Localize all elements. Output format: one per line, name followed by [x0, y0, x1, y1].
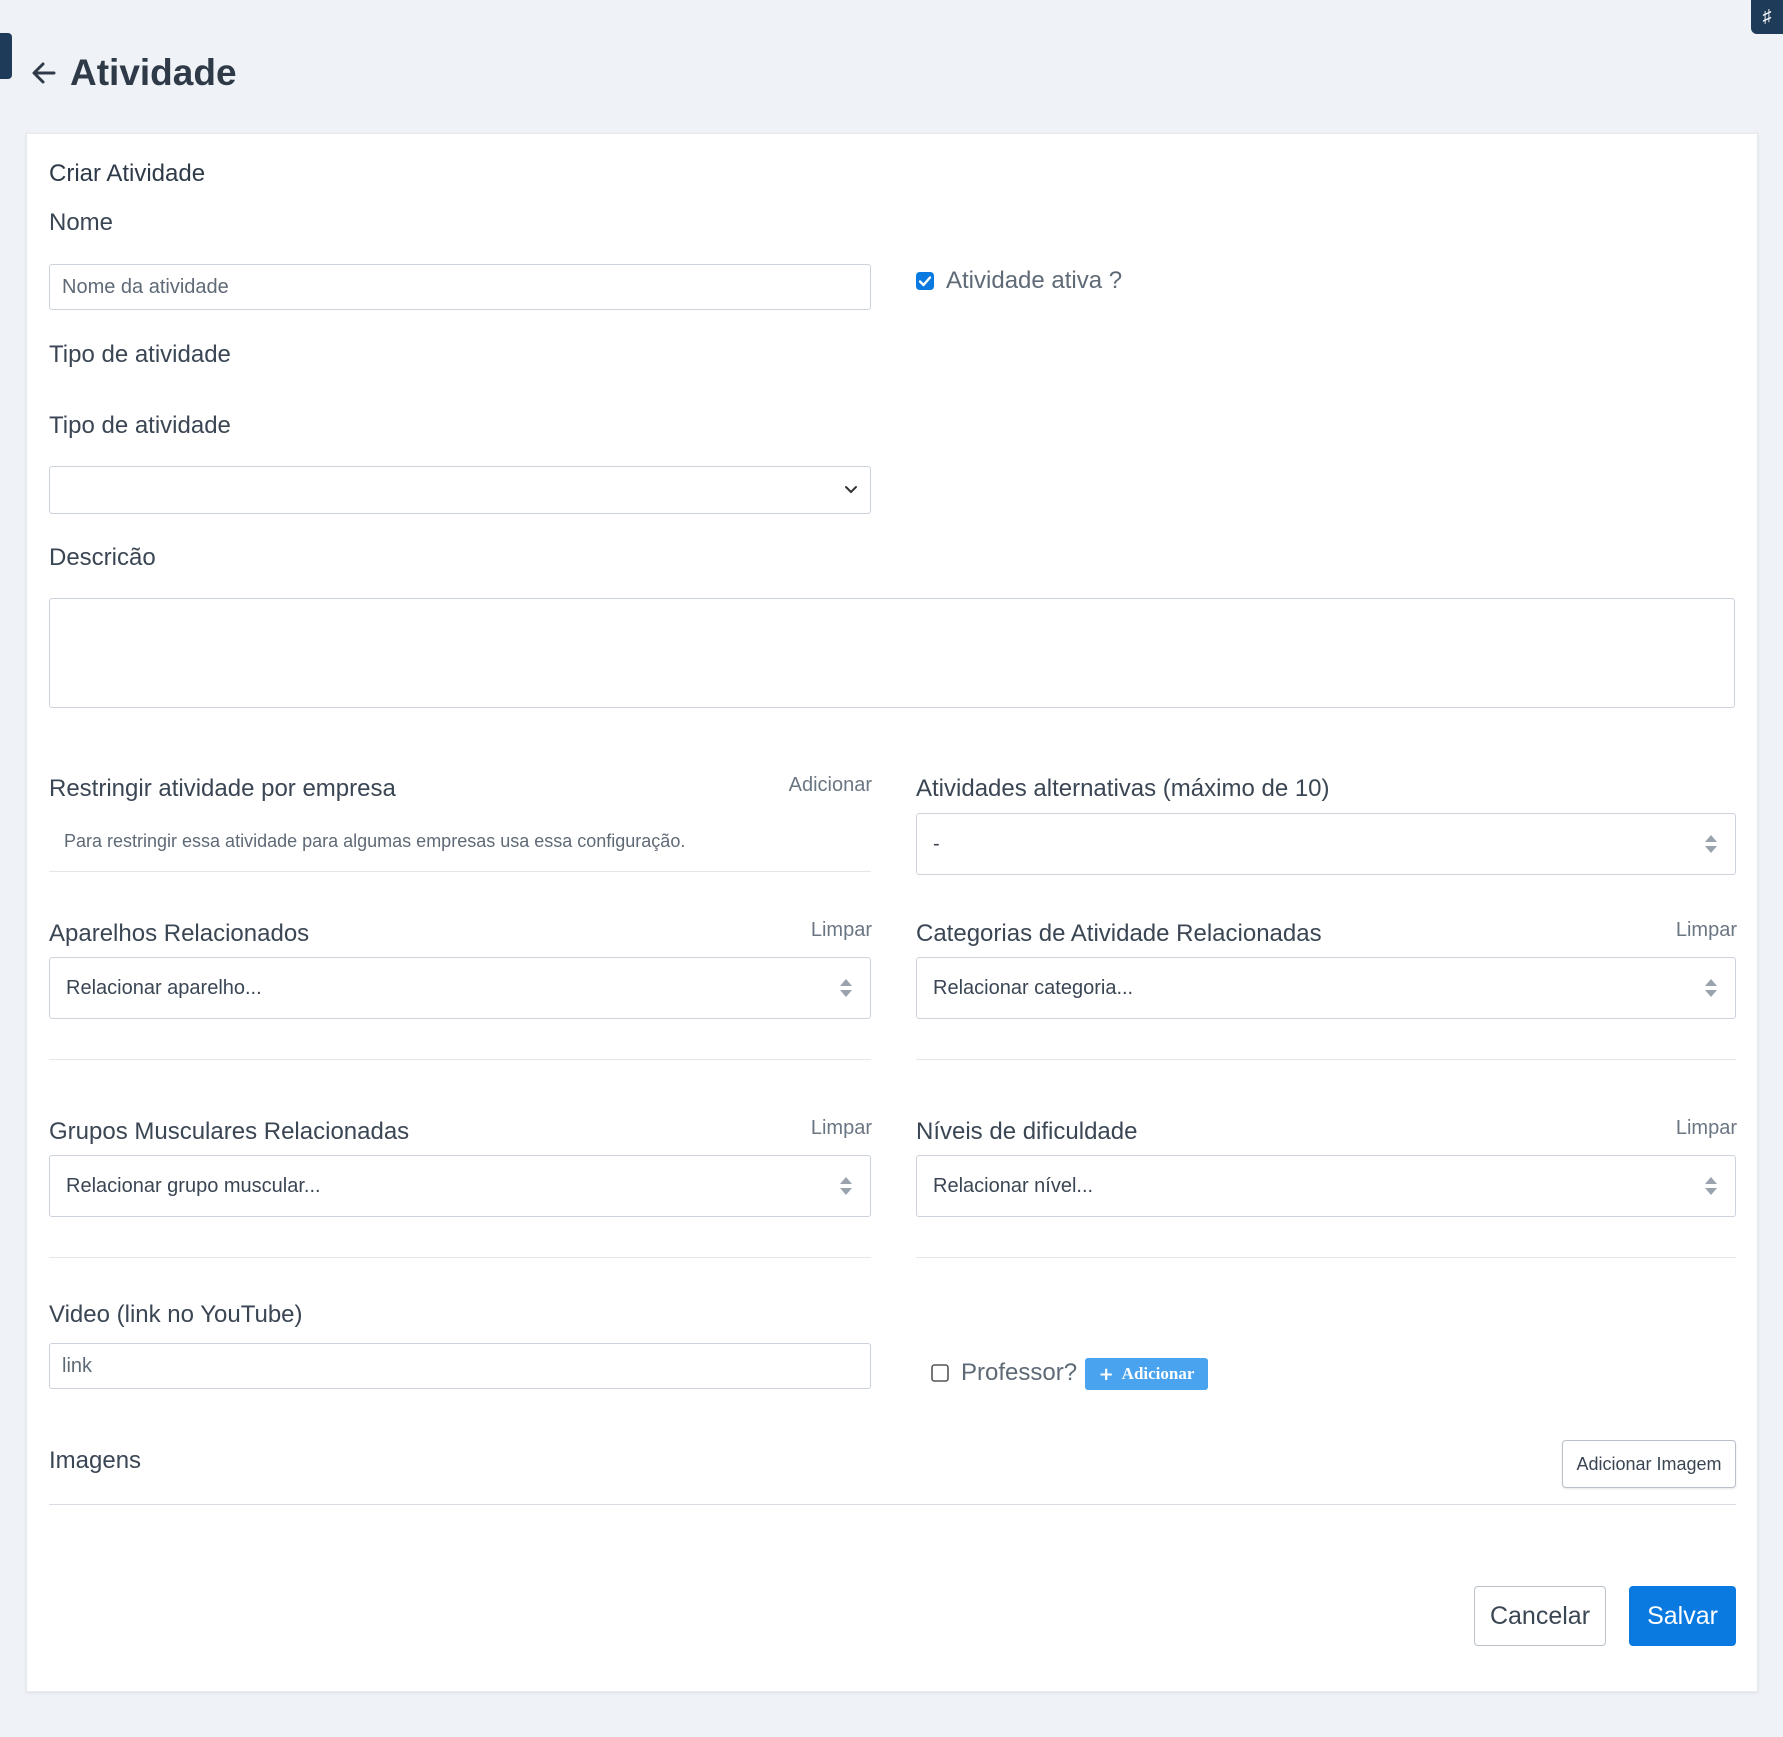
restringir-help-text: Para restringir essa atividade para algu…: [64, 831, 686, 851]
imagens-label: Imagens: [49, 1447, 142, 1474]
divider: [49, 871, 871, 872]
grupos-placeholder: Relacionar grupo muscular...: [66, 1174, 321, 1197]
alternativas-select[interactable]: -: [916, 813, 1736, 875]
aparelhos-label: Aparelhos Relacionados: [49, 920, 310, 947]
save-button[interactable]: Salvar: [1629, 1586, 1736, 1646]
sidebar-toggle-tab[interactable]: [0, 33, 12, 79]
create-activity-card: Criar Atividade Nome Atividade ativa ? T…: [26, 133, 1758, 1692]
divider: [916, 1257, 1736, 1258]
ativa-checkbox-row[interactable]: Atividade ativa ?: [916, 267, 1122, 295]
descricao-label: Descricão: [49, 544, 156, 571]
professor-add-button[interactable]: + Adicionar: [1085, 1358, 1208, 1390]
niveis-select[interactable]: Relacionar nível...: [916, 1155, 1736, 1217]
video-link-input[interactable]: [49, 1343, 871, 1389]
categorias-placeholder: Relacionar categoria...: [933, 976, 1134, 999]
card-title: Criar Atividade: [49, 160, 206, 187]
divider: [49, 1257, 871, 1258]
ativa-checkbox[interactable]: [916, 272, 934, 290]
plus-icon: +: [1098, 1363, 1114, 1385]
professor-checkbox[interactable]: [931, 1364, 949, 1382]
professor-row: Professor?: [931, 1359, 1077, 1387]
professor-label: Professor?: [961, 1359, 1078, 1386]
sort-updown-icon: [840, 979, 852, 997]
cancel-button[interactable]: Cancelar: [1474, 1586, 1606, 1646]
sort-updown-icon: [840, 1177, 852, 1195]
categorias-clear-link[interactable]: Limpar: [1676, 919, 1737, 942]
tipo-select[interactable]: [49, 466, 871, 514]
grupos-label: Grupos Musculares Relacionadas: [49, 1118, 410, 1145]
nome-label: Nome: [49, 209, 114, 236]
restringir-label: Restringir atividade por empresa: [49, 775, 396, 802]
tipo-section-label: Tipo de atividade: [49, 341, 231, 368]
divider: [916, 1059, 1736, 1060]
sort-updown-icon: [1705, 979, 1717, 997]
grupos-select[interactable]: Relacionar grupo muscular...: [49, 1155, 871, 1217]
alternativas-label: Atividades alternativas (máximo de 10): [916, 775, 1330, 802]
tipo-label: Tipo de atividade: [49, 412, 231, 439]
ativa-label: Atividade ativa ?: [946, 267, 1123, 294]
person-icon[interactable]: ♯: [1751, 0, 1783, 34]
restringir-add-link[interactable]: Adicionar: [789, 774, 872, 797]
categorias-select[interactable]: Relacionar categoria...: [916, 957, 1736, 1019]
back-arrow-icon[interactable]: [28, 57, 60, 89]
aparelhos-placeholder: Relacionar aparelho...: [66, 976, 262, 999]
niveis-placeholder: Relacionar nível...: [933, 1174, 1094, 1197]
descricao-textarea[interactable]: [49, 598, 1735, 708]
niveis-label: Níveis de dificuldade: [916, 1118, 1138, 1145]
divider: [49, 1059, 871, 1060]
niveis-clear-link[interactable]: Limpar: [1676, 1117, 1737, 1140]
categorias-label: Categorias de Atividade Relacionadas: [916, 920, 1322, 947]
chevron-down-icon: [845, 486, 857, 493]
divider: [49, 1504, 1736, 1505]
aparelhos-clear-link[interactable]: Limpar: [811, 919, 872, 942]
professor-add-label: Adicionar: [1121, 1364, 1195, 1383]
add-image-button[interactable]: Adicionar Imagem: [1562, 1440, 1736, 1488]
alternativas-value: -: [933, 832, 940, 855]
page-title: Atividade: [70, 52, 237, 93]
sort-updown-icon: [1705, 1177, 1717, 1195]
video-label: Video (link no YouTube): [49, 1301, 303, 1328]
aparelhos-select[interactable]: Relacionar aparelho...: [49, 957, 871, 1019]
nome-input[interactable]: [49, 264, 871, 310]
sort-updown-icon: [1705, 835, 1717, 853]
page-header: Atividade: [28, 48, 237, 98]
grupos-clear-link[interactable]: Limpar: [811, 1117, 872, 1140]
